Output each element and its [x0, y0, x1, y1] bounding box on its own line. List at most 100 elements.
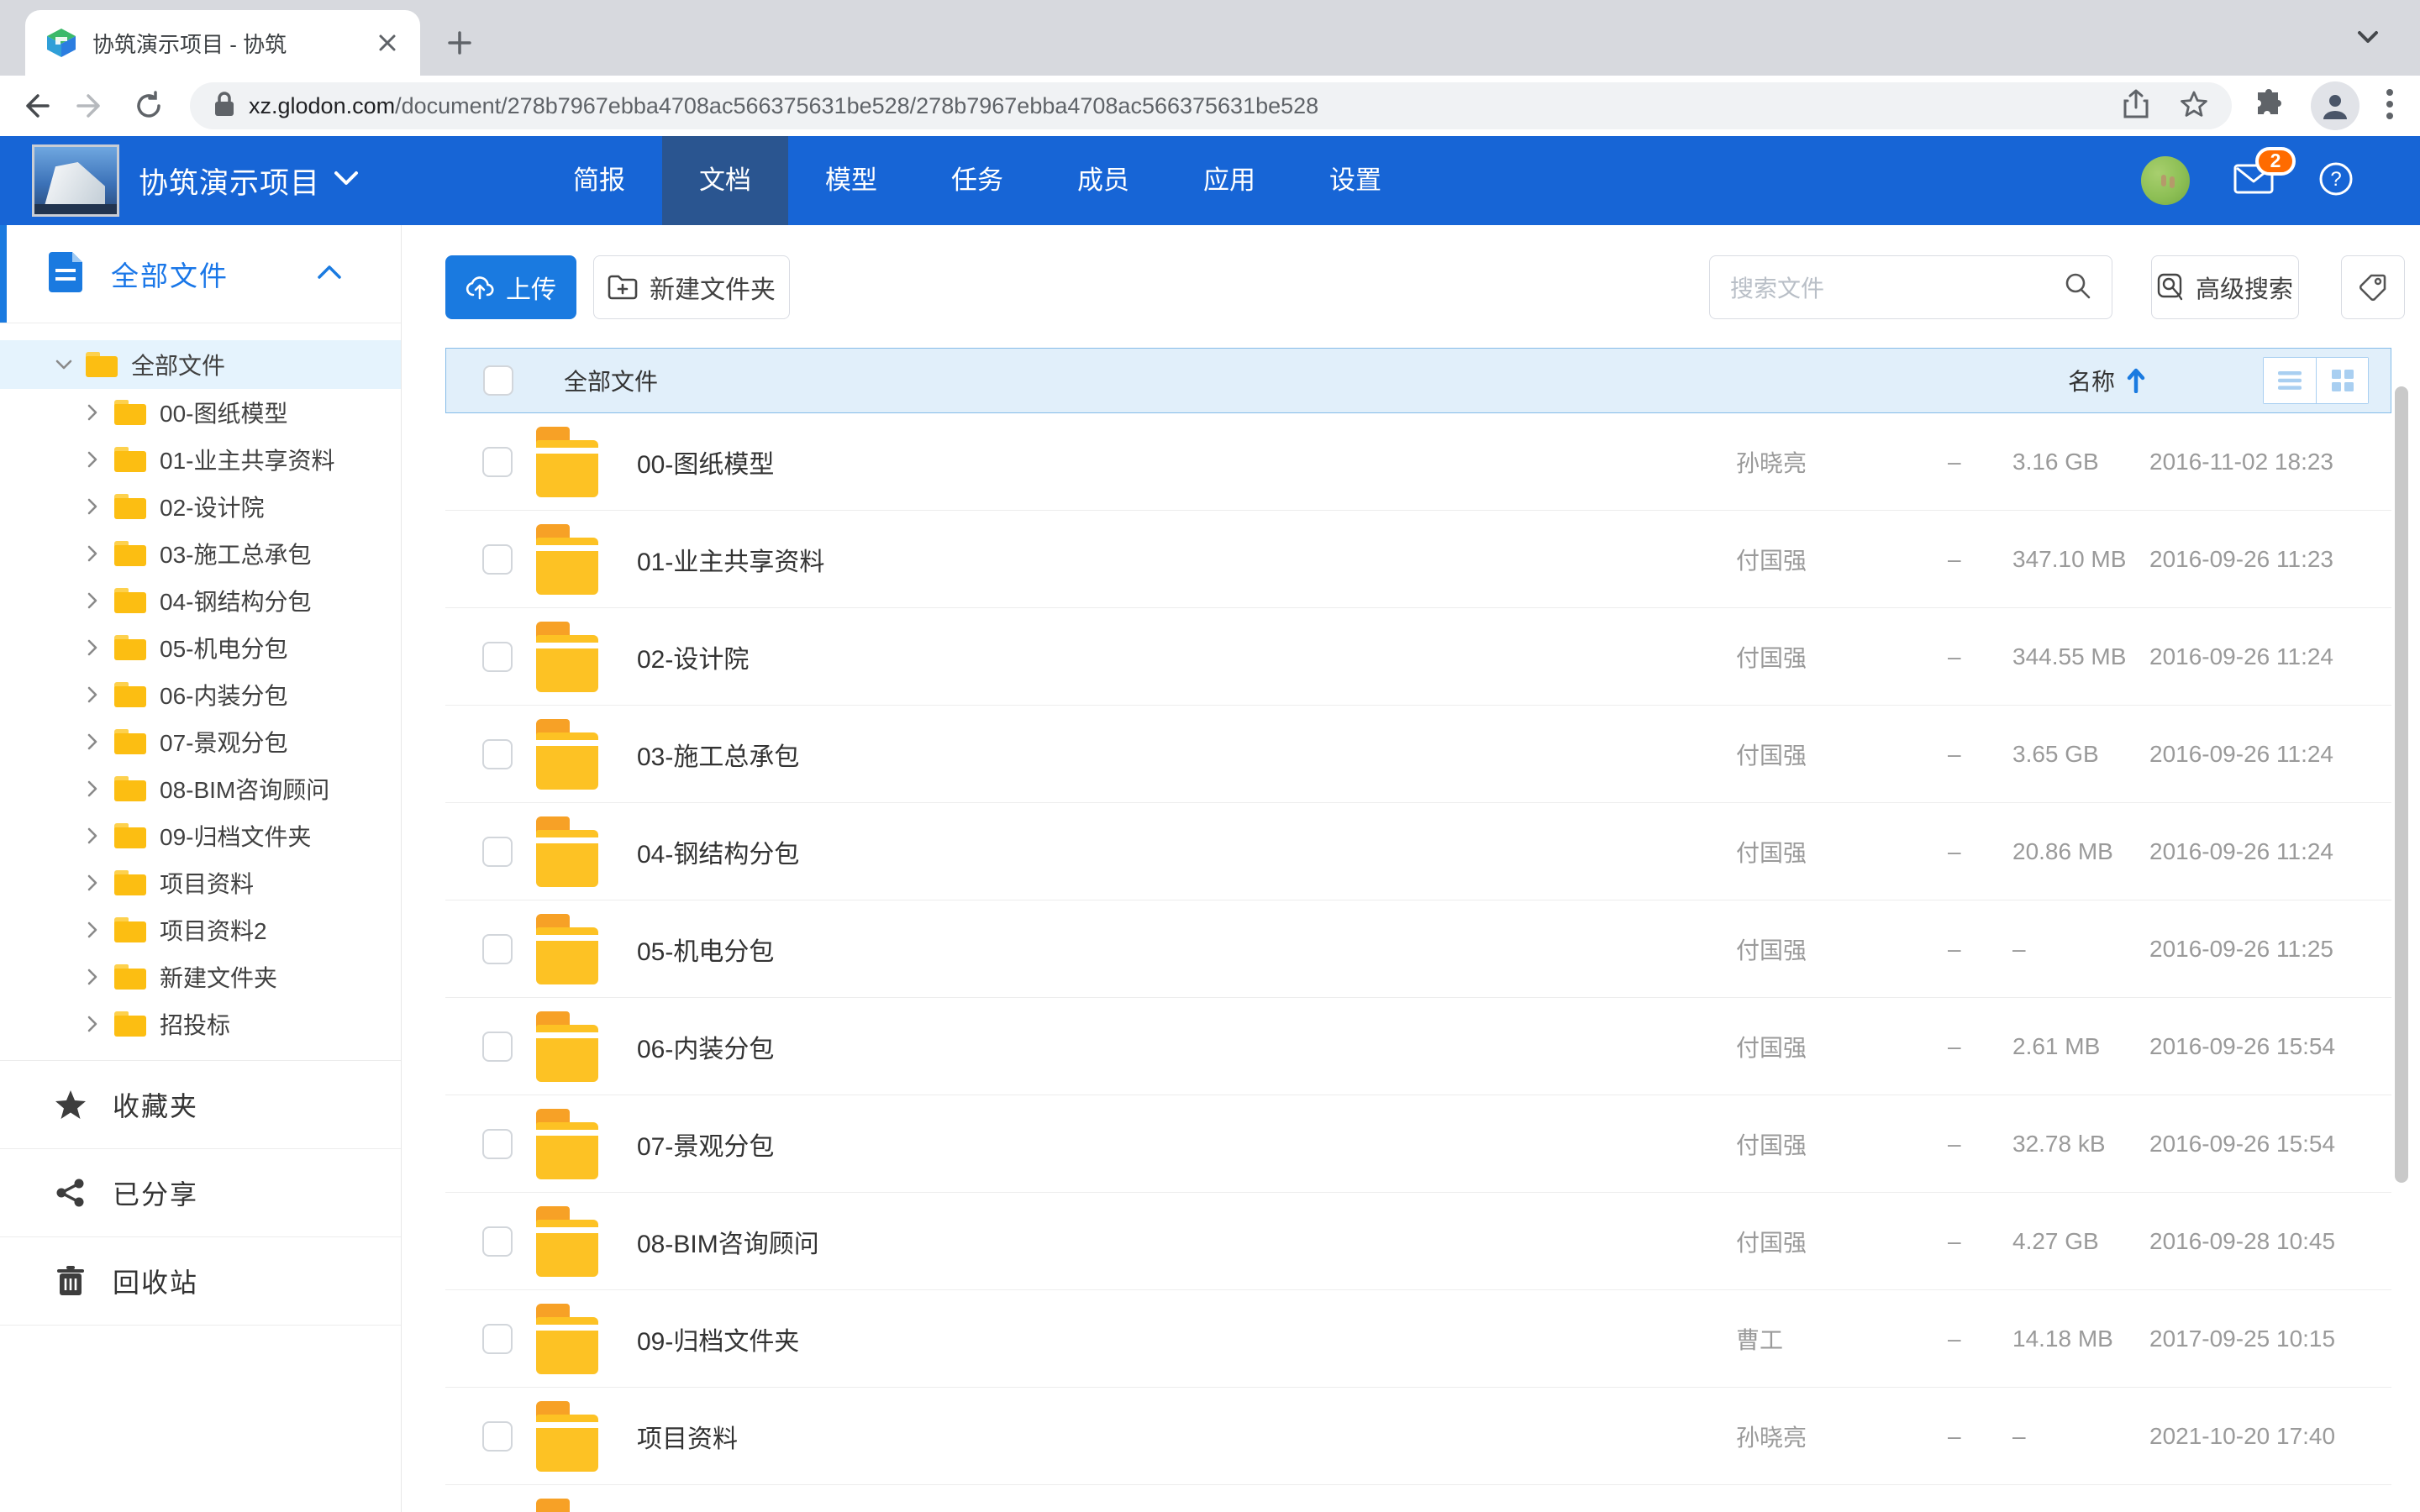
sidebar-link[interactable]: 回收站 — [0, 1236, 401, 1325]
chevron-right-icon[interactable] — [82, 779, 104, 799]
project-logo[interactable] — [32, 144, 119, 217]
new-tab-button[interactable] — [437, 20, 482, 66]
tree-item[interactable]: 01-业主共享资料 — [0, 436, 401, 483]
file-row[interactable]: 03-施工总承包 付国强 – 3.65 GB 2016-09-26 11:24 — [445, 706, 2391, 803]
row-checkbox[interactable] — [482, 544, 513, 575]
chevron-right-icon[interactable] — [82, 826, 104, 846]
tab-close-icon[interactable] — [375, 30, 400, 55]
tree-item[interactable]: 05-机电分包 — [0, 624, 401, 671]
file-row[interactable]: 项目资料 孙晓亮 – – 2021-10-20 17:40 — [445, 1388, 2391, 1485]
nav-tab[interactable]: 设置 — [1292, 136, 1418, 225]
sidebar-link[interactable]: 已分享 — [0, 1148, 401, 1236]
file-name[interactable]: 04-钢结构分包 — [637, 833, 1736, 870]
search-icon[interactable] — [2063, 271, 2091, 304]
row-checkbox[interactable] — [482, 447, 513, 477]
file-name[interactable]: 00-图纸模型 — [637, 444, 1736, 480]
tree-item[interactable]: 06-内装分包 — [0, 671, 401, 718]
file-row[interactable]: 02-设计院 付国强 – 344.55 MB 2016-09-26 11:24 — [445, 608, 2391, 706]
browser-tab[interactable]: 协筑演示项目 - 协筑 — [25, 10, 420, 76]
chevron-right-icon[interactable] — [82, 543, 104, 564]
chevron-right-icon[interactable] — [82, 1014, 104, 1034]
file-name[interactable]: 09-归档文件夹 — [637, 1320, 1736, 1357]
sidebar-link[interactable]: 收藏夹 — [0, 1060, 401, 1148]
chevron-right-icon[interactable] — [82, 591, 104, 611]
row-checkbox[interactable] — [482, 1032, 513, 1062]
tree-item[interactable]: 09-归档文件夹 — [0, 812, 401, 859]
bookmark-star-icon[interactable] — [2180, 90, 2208, 123]
tree-item[interactable]: 08-BIM咨询顾问 — [0, 765, 401, 812]
chevron-expanded-icon[interactable] — [54, 354, 76, 375]
file-row[interactable]: 08-BIM咨询顾问 付国强 – 4.27 GB 2016-09-28 10:4… — [445, 1193, 2391, 1290]
row-checkbox[interactable] — [482, 1324, 513, 1354]
nav-tab[interactable]: 简报 — [536, 136, 662, 225]
chevron-right-icon[interactable] — [82, 873, 104, 893]
sort-by-name[interactable]: 名称 — [2068, 364, 2145, 397]
nav-tab[interactable]: 成员 — [1040, 136, 1166, 225]
tab-search-chevron-icon[interactable] — [2353, 22, 2383, 56]
list-view-toggle[interactable] — [2264, 358, 2316, 403]
file-name[interactable]: 02-设计院 — [637, 638, 1736, 675]
grid-view-toggle[interactable] — [2316, 358, 2368, 403]
file-row[interactable]: 00-图纸模型 孙晓亮 – 3.16 GB 2016-11-02 18:23 — [445, 413, 2391, 511]
chevron-right-icon[interactable] — [82, 967, 104, 987]
forward-icon[interactable] — [69, 83, 114, 129]
chevron-right-icon[interactable] — [82, 638, 104, 658]
file-name[interactable]: 06-内装分包 — [637, 1028, 1736, 1065]
chevron-up-icon[interactable] — [317, 265, 342, 284]
nav-tab[interactable]: 应用 — [1166, 136, 1292, 225]
sidebar-section-all-files[interactable]: 全部文件 — [0, 225, 401, 323]
tree-item[interactable]: 00-图纸模型 — [0, 389, 401, 436]
upload-button[interactable]: 上传 — [445, 255, 576, 319]
row-checkbox[interactable] — [482, 1226, 513, 1257]
file-name[interactable]: 03-施工总承包 — [637, 736, 1736, 773]
nav-tab[interactable]: 模型 — [788, 136, 914, 225]
advanced-search-button[interactable]: 高级搜索 — [2151, 255, 2299, 319]
chevron-right-icon[interactable] — [82, 402, 104, 423]
new-folder-button[interactable]: 新建文件夹 — [593, 255, 790, 319]
tags-button[interactable] — [2341, 255, 2405, 319]
row-checkbox[interactable] — [482, 739, 513, 769]
file-name[interactable]: 07-景观分包 — [637, 1126, 1736, 1163]
row-checkbox[interactable] — [482, 934, 513, 964]
tree-item[interactable]: 项目资料2 — [0, 906, 401, 953]
url-bar[interactable]: xz.glodon.com/document/278b7967ebba4708a… — [190, 82, 2232, 129]
extensions-puzzle-icon[interactable] — [2254, 88, 2286, 124]
share-icon[interactable] — [2123, 89, 2149, 123]
user-avatar[interactable] — [2141, 156, 2190, 205]
file-row[interactable]: 06-内装分包 付国强 – 2.61 MB 2016-09-26 15:54 — [445, 998, 2391, 1095]
chevron-right-icon[interactable] — [82, 449, 104, 470]
row-checkbox[interactable] — [482, 837, 513, 867]
tree-item[interactable]: 招投标 — [0, 1000, 401, 1047]
file-name[interactable]: 05-机电分包 — [637, 931, 1736, 968]
nav-tab[interactable]: 文档 — [662, 136, 788, 225]
file-row[interactable]: 05-机电分包 付国强 – – 2016-09-26 11:25 — [445, 900, 2391, 998]
vertical-scrollbar[interactable] — [2395, 386, 2408, 1183]
file-row[interactable]: 07-景观分包 付国强 – 32.78 kB 2016-09-26 15:54 — [445, 1095, 2391, 1193]
back-icon[interactable] — [12, 83, 57, 129]
file-row[interactable] — [445, 1485, 2391, 1512]
help-icon[interactable]: ? — [2317, 160, 2354, 202]
chevron-right-icon[interactable] — [82, 732, 104, 752]
tree-root-all-files[interactable]: 全部文件 — [0, 340, 401, 389]
chevron-right-icon[interactable] — [82, 685, 104, 705]
tree-item[interactable]: 项目资料 — [0, 859, 401, 906]
reload-icon[interactable] — [126, 83, 171, 129]
kebab-menu-icon[interactable] — [2385, 87, 2395, 125]
chrome-profile-avatar[interactable] — [2311, 81, 2360, 130]
chevron-right-icon[interactable] — [82, 496, 104, 517]
tree-item[interactable]: 03-施工总承包 — [0, 530, 401, 577]
chevron-right-icon[interactable] — [82, 920, 104, 940]
file-row[interactable]: 09-归档文件夹 曹工 – 14.18 MB 2017-09-25 10:15 — [445, 1290, 2391, 1388]
file-name[interactable]: 01-业主共享资料 — [637, 541, 1736, 578]
tree-item[interactable]: 02-设计院 — [0, 483, 401, 530]
search-input[interactable]: 搜索文件 — [1709, 255, 2112, 319]
row-checkbox[interactable] — [482, 1421, 513, 1452]
file-row[interactable]: 04-钢结构分包 付国强 – 20.86 MB 2016-09-26 11:24 — [445, 803, 2391, 900]
tree-item[interactable]: 新建文件夹 — [0, 953, 401, 1000]
messages-button[interactable]: 2 — [2233, 164, 2274, 198]
project-switcher[interactable]: 协筑演示项目 — [139, 136, 359, 225]
nav-tab[interactable]: 任务 — [914, 136, 1040, 225]
tree-item[interactable]: 07-景观分包 — [0, 718, 401, 765]
row-checkbox[interactable] — [482, 1129, 513, 1159]
select-all-checkbox[interactable] — [483, 365, 513, 396]
